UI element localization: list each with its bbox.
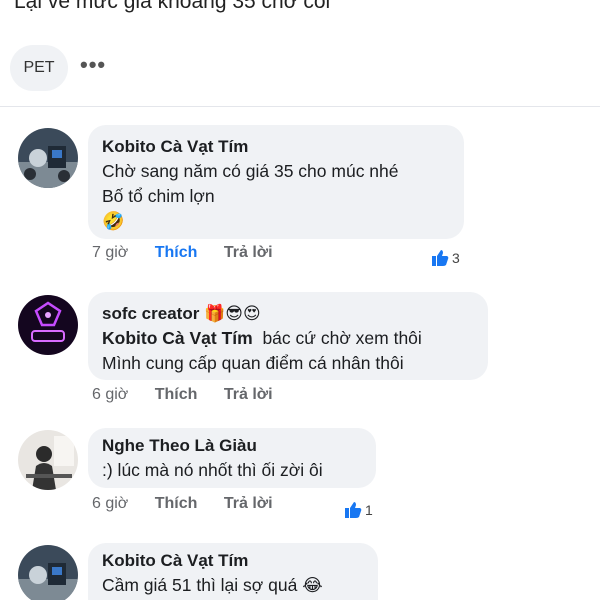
reaction-count[interactable]: 1 — [343, 500, 373, 520]
comment-meta: 6 giờ Thích Trả lời — [92, 495, 273, 513]
thumbs-up-icon — [345, 502, 362, 518]
reply-button[interactable]: Trả lời — [224, 244, 273, 261]
comment-text: bác cứ chờ xem thôi — [262, 328, 422, 348]
reaction-number: 3 — [452, 250, 460, 266]
comment-text: Chờ sang năm có giá 35 cho múc nhé — [102, 161, 399, 181]
comment-author[interactable]: Nghe Theo Là Giàu — [102, 434, 362, 458]
comment-meta: 7 giờ Thích Trả lời — [92, 244, 273, 262]
reply-button[interactable]: Trả lời — [224, 386, 273, 403]
avatar[interactable] — [18, 545, 78, 600]
comment-time: 6 giờ — [92, 495, 129, 512]
comment-text: Bố tổ chim lợn — [102, 186, 215, 206]
avatar[interactable] — [18, 430, 78, 490]
comment-author-row: sofc creator 🎁😎😍 — [102, 302, 474, 326]
comment-time: 7 giờ — [92, 244, 129, 261]
comment-meta: 6 giờ Thích Trả lời — [92, 386, 273, 404]
mention-link[interactable]: Kobito Cà Vạt Tím — [102, 328, 253, 348]
comment-bubble: Kobito Cà Vạt Tím Cầm giá 51 thì lại sợ … — [88, 543, 378, 600]
comment-bubble: Nghe Theo Là Giàu :) lúc mà nó nhốt thì … — [88, 428, 376, 488]
comment-text: :) lúc mà nó nhốt thì ối zời ôi — [102, 460, 323, 480]
comment-time: 6 giờ — [92, 386, 129, 403]
comment-text: Cầm giá 51 thì lại sợ quá 😂 — [102, 575, 323, 595]
reaction-count[interactable]: 3 — [430, 248, 460, 268]
comment-bubble: sofc creator 🎁😎😍 Kobito Cà Vạt Tím bác c… — [88, 292, 488, 380]
like-button[interactable]: Thích — [155, 386, 198, 403]
comment-text-row: Kobito Cà Vạt Tím bác cứ chờ xem thôi — [102, 326, 474, 351]
avatar[interactable] — [18, 295, 78, 355]
comment-author[interactable]: Kobito Cà Vạt Tím — [102, 135, 450, 159]
reply-button[interactable]: Trả lời — [224, 495, 273, 512]
like-button[interactable]: Thích — [155, 244, 198, 261]
reaction-number: 1 — [365, 502, 373, 518]
comment-author[interactable]: sofc creator — [102, 304, 199, 323]
author-badge-emojis: 🎁😎😍 — [204, 304, 261, 323]
divider — [0, 106, 600, 107]
like-button[interactable]: Thích — [155, 495, 198, 512]
post-text: Lại về mức giá khoảng 35 chờ cỏi — [14, 0, 331, 13]
comment-text: Mình cung cấp quan điểm cá nhân thôi — [102, 353, 404, 373]
thumbs-up-icon — [432, 250, 449, 266]
avatar[interactable] — [18, 128, 78, 188]
comment-bubble: Kobito Cà Vạt Tím Chờ sang năm có giá 35… — [88, 125, 464, 239]
pet-tag-chip[interactable]: PET — [10, 45, 68, 91]
more-options-icon[interactable]: ••• — [80, 52, 106, 78]
comment-author[interactable]: Kobito Cà Vạt Tím — [102, 549, 364, 573]
rofl-emoji-icon: 🤣 — [102, 211, 125, 231]
